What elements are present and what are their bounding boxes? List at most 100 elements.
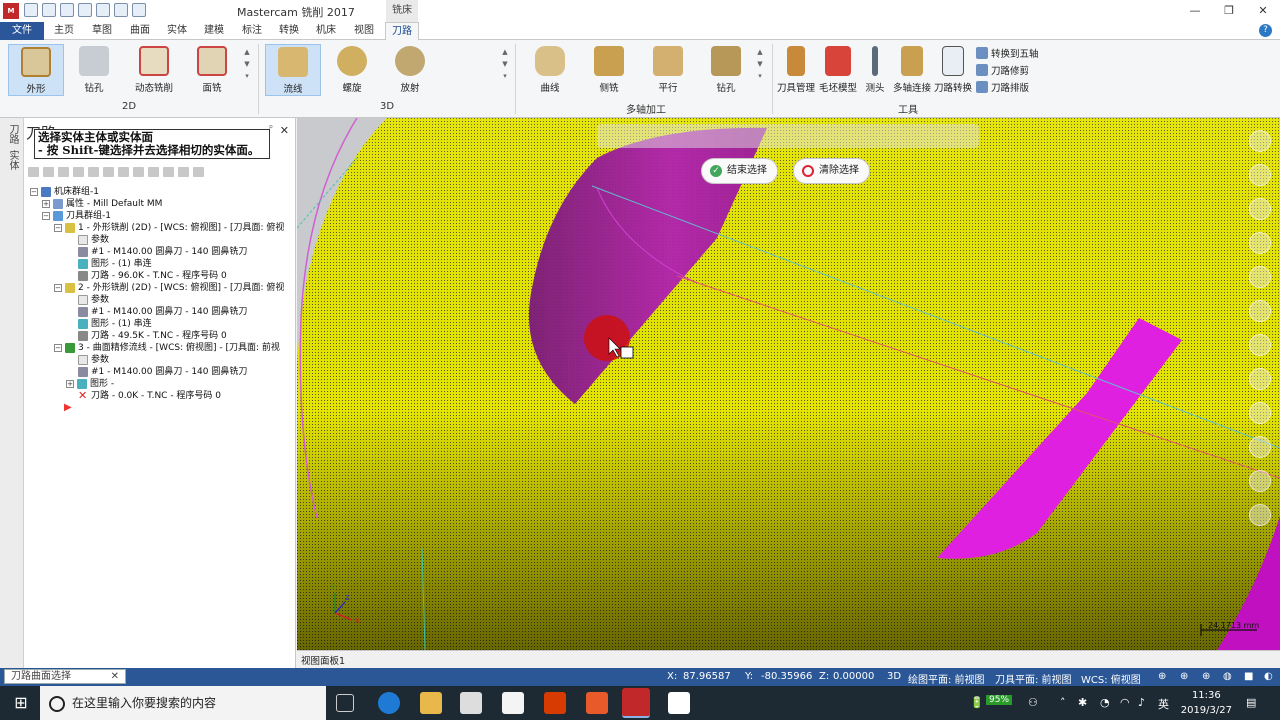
help-icon[interactable]: ? [1259, 24, 1272, 37]
flowline-button[interactable]: 流线 [265, 44, 321, 96]
tree-tool-group[interactable]: − 刀具群组-1 [42, 210, 111, 222]
pan-icon[interactable] [1249, 266, 1271, 288]
print-icon[interactable] [78, 3, 92, 17]
gallery-scroll-2d[interactable]: ▲ ▼ ▾ [242, 46, 252, 82]
mastercam-taskbar-icon[interactable] [622, 688, 650, 718]
side-tab-toolpaths[interactable]: 刀路 [5, 124, 20, 144]
stock-model-button[interactable]: 毛坯模型 [817, 44, 859, 94]
redo-icon[interactable] [132, 3, 146, 17]
tplane-status[interactable]: 刀具平面: 前视图 [995, 671, 1072, 686]
expand-toggle-icon[interactable]: + [42, 200, 50, 208]
wire-globe-icon[interactable]: ◍ [1223, 671, 1232, 682]
restore-button[interactable]: ❐ [1212, 0, 1246, 22]
move-up-icon[interactable] [88, 167, 99, 177]
radial-button[interactable]: 放射 [382, 44, 438, 94]
tool-manager-button[interactable]: 刀具管理 [776, 44, 816, 94]
tab-view[interactable]: 视图 [350, 22, 378, 40]
app-icon[interactable] [586, 692, 608, 714]
minimize-button[interactable]: — [1178, 0, 1212, 22]
store-icon[interactable] [460, 692, 482, 714]
tree-op3-parameters[interactable]: 参数 [78, 354, 109, 366]
shading-icon[interactable] [1249, 334, 1271, 356]
network-icon[interactable]: ◔ [1100, 696, 1110, 709]
insert-arrow[interactable]: ▶ [64, 402, 72, 414]
side-tab-solids[interactable]: 实体 [5, 150, 20, 170]
drill-5axis-button[interactable]: 钻孔 [698, 44, 754, 94]
tree-properties[interactable]: + 属性 - Mill Default MM [42, 198, 162, 210]
print-preview-icon[interactable] [96, 3, 110, 17]
settings-icon[interactable] [1249, 504, 1271, 526]
undo-icon[interactable] [114, 3, 128, 17]
tree-op2-toolpath[interactable]: 刀路 - 49.5K - T.NC - 程序号码 0 [78, 330, 227, 342]
operation-search-field[interactable]: 刀路曲面选择 ✕ [4, 669, 126, 684]
tree-op1-parameters[interactable]: 参数 [78, 234, 109, 246]
close-button[interactable]: ✕ [1246, 0, 1280, 22]
collapse-toggle-icon[interactable]: − [30, 188, 38, 196]
tab-home[interactable]: 主页 [50, 22, 78, 40]
tray-expand-icon[interactable]: ˄ [1060, 696, 1066, 709]
tab-drafting[interactable]: 标注 [238, 22, 266, 40]
tab-solids[interactable]: 实体 [163, 22, 191, 40]
tree-op3-tool[interactable]: #1 - M140.00 圆鼻刀 - 140 圆鼻铣刀 [78, 366, 247, 378]
toolpath-trim-button[interactable]: 刀路修剪 [976, 63, 1029, 77]
curve-5axis-button[interactable]: 曲线 [522, 44, 578, 94]
tree-operation-1[interactable]: −1 - 外形铣削 (2D) - [WCS: 俯视图] - [刀具面: 俯视 [54, 222, 284, 234]
convert-5axis-button[interactable]: 转换到五轴 [976, 46, 1039, 60]
office-icon[interactable] [544, 692, 566, 714]
expand-toggle-icon[interactable]: + [66, 380, 74, 388]
measure-icon[interactable] [1249, 436, 1271, 458]
new-file-icon[interactable] [24, 3, 38, 17]
file-explorer-icon[interactable] [420, 692, 442, 714]
mail-icon[interactable] [502, 692, 524, 714]
regenerate-dirty-icon[interactable] [163, 167, 174, 177]
shaded-view-icon[interactable]: ■ [1244, 671, 1253, 682]
contour-button[interactable]: 外形 [8, 44, 64, 96]
rotate-icon[interactable] [1249, 232, 1271, 254]
taskbar-search-box[interactable]: 在这里输入你要搜索的内容 [40, 686, 326, 720]
probe-button[interactable]: 测头 [860, 44, 890, 94]
move-down-icon[interactable] [73, 167, 84, 177]
tab-machine[interactable]: 机床 [312, 22, 340, 40]
select-all-icon[interactable] [133, 167, 144, 177]
task-view-icon[interactable] [336, 694, 354, 712]
wcs-status[interactable]: WCS: 俯视图 [1081, 671, 1141, 686]
tab-toolpaths[interactable]: 刀路 [385, 22, 419, 40]
windows-start-icon[interactable]: ⊞ [10, 692, 32, 714]
parallel-button[interactable]: 平行 [640, 44, 696, 94]
tree-op2-tool[interactable]: #1 - M140.00 圆鼻刀 - 140 圆鼻铣刀 [78, 306, 247, 318]
clear-selection-button[interactable]: 清除选择 [793, 158, 870, 184]
toolpath-transform-button[interactable]: 刀路转换 [933, 44, 973, 94]
tree-op1-tool[interactable]: #1 - M140.00 圆鼻刀 - 140 圆鼻铣刀 [78, 246, 247, 258]
tab-transform[interactable]: 转换 [275, 22, 303, 40]
transparency-icon[interactable]: ◐ [1264, 671, 1273, 682]
fit-icon[interactable] [1249, 198, 1271, 220]
insert-arrow-icon[interactable] [103, 167, 114, 177]
regenerate-icon[interactable] [148, 167, 159, 177]
tab-file[interactable]: 文件 [0, 22, 44, 40]
analyze-icon[interactable] [1249, 402, 1271, 424]
battery-icon[interactable]: 🔋 [970, 696, 984, 709]
zoom-in-icon[interactable] [1249, 130, 1271, 152]
globe-icon[interactable]: ⊕ [1158, 671, 1166, 682]
save-icon[interactable] [42, 3, 56, 17]
tree-operation-3[interactable]: −3 - 曲面精修流线 - [WCS: 俯视图] - [刀具面: 前视 [54, 342, 280, 354]
tree-op2-geometry[interactable]: 图形 - (1) 串连 [78, 318, 152, 330]
tree-op1-geometry[interactable]: 图形 - (1) 串连 [78, 258, 152, 270]
post-icon[interactable] [193, 167, 204, 177]
viewsheet-tab-1[interactable]: 视图面板1 [301, 653, 345, 667]
layers-icon[interactable] [1249, 470, 1271, 492]
toggle-display-icon[interactable] [43, 167, 54, 177]
globe-alt-icon[interactable]: ⊕ [1180, 671, 1188, 682]
collapse-toggle-icon[interactable]: − [54, 284, 62, 292]
tree-machine-group[interactable]: − 机床群组-1 [30, 186, 99, 198]
panel-close-button[interactable]: ✕ [280, 124, 289, 137]
tab-sketch[interactable]: 草图 [88, 22, 116, 40]
clear-search-icon[interactable]: ✕ [111, 670, 119, 683]
tree-op3-toolpath[interactable]: ✕ 刀路 - 0.0K - T.NC - 程序号码 0 [78, 390, 221, 402]
toolpath-nest-button[interactable]: 刀路排版 [976, 80, 1029, 94]
gallery-scroll-3d[interactable]: ▲ ▼ ▾ [500, 46, 510, 82]
toggle-post-icon[interactable] [58, 167, 69, 177]
photos-icon[interactable] [668, 692, 690, 714]
edge-browser-icon[interactable] [378, 692, 400, 714]
globe-grid-icon[interactable]: ⊕ [1202, 671, 1210, 682]
